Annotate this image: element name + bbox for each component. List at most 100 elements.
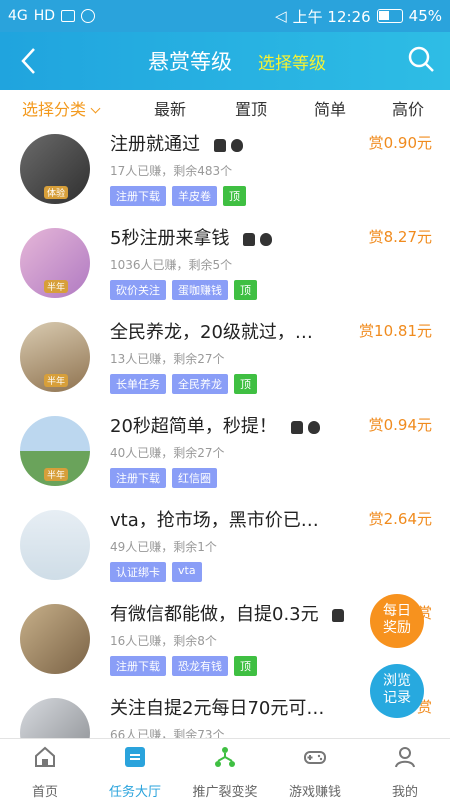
task-meta: 1036人已赚，剩余5个 (110, 258, 233, 272)
platform-icons (213, 138, 243, 152)
chevron-down-icon (90, 103, 101, 114)
apple-icon (260, 232, 273, 246)
task-title: 有微信都能做，自提0.3元 (110, 604, 319, 625)
task-meta: 13人已赚，剩余27个 (110, 352, 225, 366)
user-icon (395, 747, 415, 768)
tab-task-hall[interactable]: 任务大厅 (90, 739, 180, 801)
android-icon (243, 232, 256, 246)
home-icon (35, 746, 55, 767)
avatar (20, 510, 90, 580)
battery-icon (376, 9, 403, 23)
tag: 恐龙有钱 (172, 656, 228, 676)
tag: 蛋咖赚钱 (172, 280, 228, 300)
platform-icons (332, 608, 345, 622)
tab-home[interactable]: 首页 (0, 739, 90, 801)
top-tag: 顶 (223, 186, 246, 206)
list-item[interactable]: 半年 20秒超简单，秒提！ 赏0.94元 40人已赚，剩余27个 注册下载 红信… (0, 408, 450, 502)
task-title: 注册就通过 (110, 134, 200, 155)
tab-home-label: 首页 (31, 785, 58, 800)
tag: 注册下载 (110, 186, 166, 206)
reward-text: 赏2.64元 (368, 510, 432, 528)
task-hall-icon (125, 747, 145, 767)
tab-game[interactable]: 游戏赚钱 (270, 739, 360, 801)
filter-bar: 选择分类 最新 置顶 简单 高价 (0, 90, 450, 126)
share-network-icon (215, 747, 235, 767)
task-title: 20秒超简单，秒提！ (110, 416, 277, 437)
time-text: 上午 12:26 (292, 7, 371, 26)
avatar (20, 604, 90, 674)
tag: 全民养龙 (172, 374, 228, 394)
tab-mine-label: 我的 (391, 785, 418, 800)
top-tag: 顶 (234, 374, 257, 394)
daily-reward-button[interactable]: 每日 奖励 (370, 594, 424, 648)
task-title: 关注自提2元每日70元可… (110, 698, 325, 719)
hd-text: HD (33, 8, 56, 24)
bottom-tab-bar: 首页 任务大厅 推广裂变奖 游戏赚钱 我的 (0, 738, 450, 800)
header-bar: 悬赏等级 选择等级 (0, 32, 450, 90)
status-bar: 4G HD ◁ 上午 12:26 45% (0, 0, 450, 32)
tab-task-hall-label: 任务大厅 (108, 785, 161, 800)
sort-newest[interactable]: 最新 (154, 96, 186, 120)
android-icon (290, 420, 303, 434)
list-item[interactable]: 半年 全民养龙，20级就过，… 赏10.81元 13人已赚，剩余27个 长单任务… (0, 314, 450, 408)
level-badge: 体验 (44, 186, 69, 199)
list-item[interactable]: vta，抢市场，黑市价已… 赏2.64元 49人已赚，剩余1个 认证绑卡 vta (0, 502, 450, 596)
tag: 羊皮卷 (172, 186, 217, 206)
task-meta: 49人已赚，剩余1个 (110, 540, 217, 554)
task-title: 全民养龙，20级就过，… (110, 322, 313, 343)
category-label: 选择分类 (22, 100, 87, 119)
battery-text: 45% (408, 7, 442, 25)
tab-promote-label: 推广裂变奖 (192, 785, 258, 800)
list-item[interactable]: 半年 5秒注册来拿钱 赏8.27元 1036人已赚，剩余5个 砍价关注 蛋咖赚钱… (0, 220, 450, 314)
reward-text: 赏0.90元 (368, 134, 432, 152)
task-meta: 16人已赚，剩余8个 (110, 634, 217, 648)
image-icon (61, 10, 76, 22)
browse-history-button[interactable]: 浏览 记录 (370, 664, 424, 718)
task-title: vta，抢市场，黑市价已… (110, 510, 319, 531)
browse-history-line2: 记录 (383, 690, 411, 706)
apple-icon (307, 420, 320, 434)
daily-reward-line2: 奖励 (383, 620, 411, 636)
task-meta: 17人已赚，剩余483个 (110, 164, 233, 178)
category-filter[interactable]: 选择分类 (22, 96, 101, 120)
sort-high-price[interactable]: 高价 (392, 96, 424, 120)
platform-icons (243, 232, 273, 246)
signal-text: 4G (8, 8, 28, 24)
search-icon[interactable] (406, 44, 436, 76)
tag: 注册下载 (110, 468, 166, 488)
tag: vta (172, 562, 202, 582)
tab-game-label: 游戏赚钱 (288, 785, 341, 800)
back-icon[interactable] (14, 44, 44, 78)
android-icon (213, 138, 226, 152)
choose-level-button[interactable]: 选择等级 (258, 49, 326, 74)
page-title: 悬赏等级 (148, 50, 232, 74)
tag: 认证绑卡 (110, 562, 166, 582)
android-icon (332, 608, 345, 622)
level-badge: 半年 (44, 374, 69, 387)
level-badge: 半年 (44, 468, 69, 481)
list-item[interactable]: 体验 注册就通过 赏0.90元 17人已赚，剩余483个 注册下载 羊皮卷 顶 (0, 126, 450, 220)
task-title: 5秒注册来拿钱 (110, 228, 230, 249)
tag: 红信圈 (172, 468, 217, 488)
reward-text: 赏0.94元 (368, 416, 432, 434)
tag: 长单任务 (110, 374, 166, 394)
tab-promote[interactable]: 推广裂变奖 (180, 739, 270, 801)
sort-simple[interactable]: 简单 (314, 96, 346, 120)
top-tag: 顶 (234, 280, 257, 300)
apple-icon (230, 138, 243, 152)
daily-reward-line1: 每日 (383, 603, 411, 619)
tab-mine[interactable]: 我的 (360, 739, 450, 801)
gamepad-icon (304, 751, 326, 764)
sort-top[interactable]: 置顶 (235, 96, 267, 120)
browse-history-line1: 浏览 (383, 673, 411, 689)
tag: 砍价关注 (110, 280, 166, 300)
reward-text: 赏10.81元 (359, 322, 432, 340)
sync-icon (81, 9, 96, 23)
task-meta: 40人已赚，剩余27个 (110, 446, 225, 460)
mute-icon: ◁ (275, 7, 287, 25)
tag: 注册下载 (110, 656, 166, 676)
top-tag: 顶 (234, 656, 257, 676)
level-badge: 半年 (44, 280, 69, 293)
platform-icons (290, 420, 320, 434)
reward-text: 赏8.27元 (368, 228, 432, 246)
